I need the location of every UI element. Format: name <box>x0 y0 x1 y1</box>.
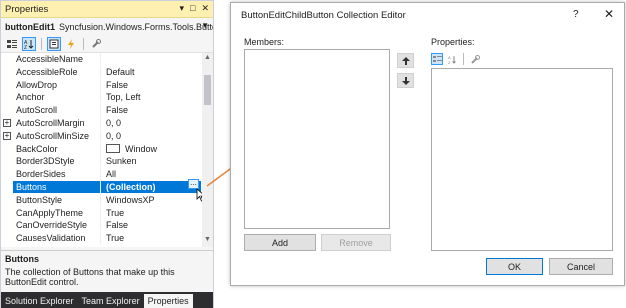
toolbar-separator <box>463 53 464 65</box>
alphabetical-icon[interactable]: AZ <box>446 53 458 65</box>
properties-label: Properties: <box>431 37 475 47</box>
dialog-properties-toolbar: AZ <box>431 53 481 65</box>
dialog-close-button[interactable]: ✕ <box>604 7 614 21</box>
screen: Properties ▾ □ ✕ buttonEdit1 Syncfusion.… <box>0 0 626 308</box>
members-label: Members: <box>244 37 285 47</box>
collection-editor-dialog: ButtonEditChildButton Collection Editor … <box>230 2 625 286</box>
dialog-title: ButtonEditChildButton Collection Editor <box>241 10 406 21</box>
svg-text:Z: Z <box>448 60 451 64</box>
help-button[interactable]: ? <box>573 9 579 20</box>
ok-button[interactable]: OK <box>486 258 543 275</box>
members-list[interactable] <box>244 49 390 229</box>
arrow-down-icon <box>401 76 410 85</box>
property-pages-icon[interactable] <box>469 53 481 65</box>
cancel-button[interactable]: Cancel <box>549 258 613 275</box>
move-down-button[interactable] <box>397 73 414 88</box>
add-button[interactable]: Add <box>244 234 316 251</box>
properties-grid[interactable] <box>431 68 613 251</box>
arrow-up-icon <box>401 56 410 65</box>
categorized-icon[interactable] <box>431 53 443 65</box>
remove-button[interactable]: Remove <box>321 234 391 251</box>
move-up-button[interactable] <box>397 53 414 68</box>
